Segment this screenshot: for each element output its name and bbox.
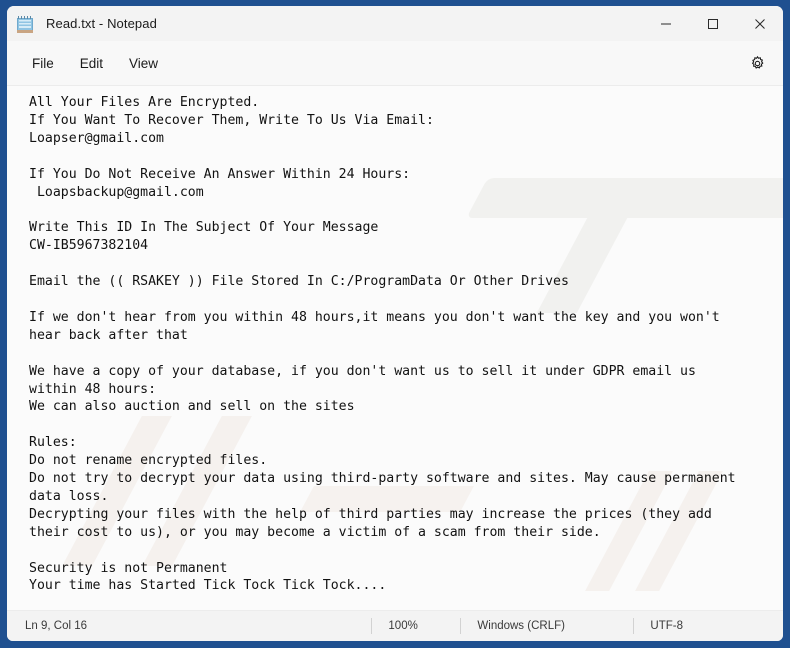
notepad-window: Read.txt - Notepad File Edit View All Yo… — [0, 0, 790, 648]
window-title: Read.txt - Notepad — [46, 16, 157, 31]
status-encoding[interactable]: UTF-8 — [634, 611, 683, 641]
minimize-icon — [660, 23, 671, 24]
notepad-icon — [16, 15, 34, 33]
gear-icon — [751, 55, 763, 69]
status-cursor-position: Ln 9, Col 16 — [25, 620, 88, 632]
window-controls — [642, 6, 783, 41]
menu-item-edit[interactable]: Edit — [67, 51, 116, 76]
text-editor-area[interactable]: All Your Files Are Encrypted. If You Wan… — [7, 86, 783, 610]
maximize-button[interactable] — [689, 6, 736, 41]
status-bar: Ln 9, Col 16 100% Windows (CRLF) UTF-8 — [7, 610, 783, 641]
status-line-ending[interactable]: Windows (CRLF) — [461, 611, 633, 641]
close-icon — [754, 18, 765, 29]
window-client-area: Read.txt - Notepad File Edit View All Yo… — [7, 6, 783, 641]
ransom-note-text[interactable]: All Your Files Are Encrypted. If You Wan… — [7, 86, 783, 595]
title-bar[interactable]: Read.txt - Notepad — [7, 6, 783, 41]
settings-button[interactable] — [742, 48, 772, 78]
menu-bar: File Edit View — [7, 41, 783, 86]
status-zoom-level[interactable]: 100% — [372, 611, 460, 641]
minimize-button[interactable] — [642, 6, 689, 41]
close-button[interactable] — [736, 6, 783, 41]
maximize-icon — [707, 18, 718, 29]
menu-item-file[interactable]: File — [19, 51, 67, 76]
menu-item-view[interactable]: View — [116, 51, 171, 76]
title-bar-left: Read.txt - Notepad — [7, 15, 157, 33]
